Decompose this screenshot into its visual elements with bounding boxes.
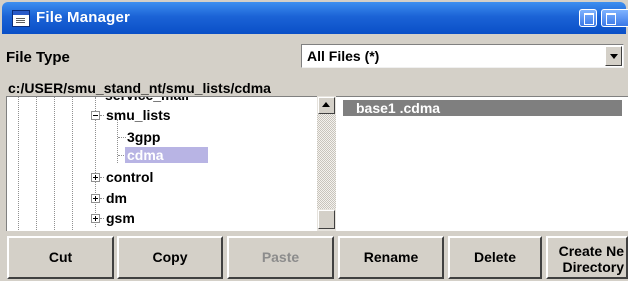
tree-item-gsm[interactable]: gsm [106,210,135,226]
tree-connector [100,198,104,199]
tree-item-dm[interactable]: dm [106,190,127,206]
file-type-label: File Type [6,49,70,66]
chevron-down-icon[interactable] [605,46,622,66]
file-type-row: File Type All Files (*) [0,44,628,70]
tree-item-partial-top[interactable]: service_mall [105,97,189,103]
collapse-icon[interactable] [91,111,100,120]
file-item[interactable]: base1 .cdma [343,100,622,116]
file-manager-window: File Manager File Type All Files (*) c:/… [0,0,628,281]
delete-button[interactable]: Delete [448,236,542,279]
tree-guide-line [72,97,73,231]
path-bar: c:/USER/smu_stand_nt/smu_lists/cdma [6,80,628,96]
window-glyph-icon [584,13,594,25]
title-bar[interactable]: File Manager [2,2,628,34]
file-type-selected: All Files (*) [307,48,380,64]
button-bar: Cut Copy Paste Rename Delete Create Ne Di… [0,231,628,281]
tree-guide-line [18,97,19,231]
tree-item-control[interactable]: control [106,169,153,185]
minimize-button[interactable] [579,9,597,27]
create-directory-label-line1: Create Ne [558,243,624,259]
window-title: File Manager [36,9,131,26]
file-type-dropdown[interactable]: All Files (*) [301,44,624,68]
tree-guide-line [36,97,37,231]
cut-button[interactable]: Cut [7,236,114,279]
scroll-track[interactable] [317,114,336,209]
window-app-icon [12,10,30,27]
rename-button[interactable]: Rename [338,236,444,279]
maximize-button[interactable] [601,9,628,27]
tree-connector [100,218,104,219]
create-directory-label-line2: Directory [562,259,624,275]
expand-icon[interactable] [91,173,100,182]
paste-button[interactable]: Paste [227,236,334,279]
tree-item-smu-lists[interactable]: smu_lists [106,107,171,123]
scroll-thumb[interactable] [318,210,335,229]
expand-icon[interactable] [91,194,100,203]
current-path: c:/USER/smu_stand_nt/smu_lists/cdma [8,80,271,96]
tree-connector [118,137,126,138]
copy-button[interactable]: Copy [117,236,223,279]
tree-item-3gpp[interactable]: 3gpp [127,129,160,145]
tree-connector [100,115,104,116]
file-list[interactable]: base1 .cdma [339,96,628,231]
create-directory-button[interactable]: Create Ne Directory [546,236,628,279]
scroll-up-arrow-icon[interactable] [318,97,335,114]
tree-guide-line [54,97,55,231]
tree-connector [100,177,104,178]
tree-scrollbar[interactable] [317,96,336,231]
directory-tree[interactable]: service_mall smu_lists 3gpp cdma control… [6,96,339,231]
tree-item-cdma[interactable]: cdma [125,147,208,163]
tree-guide-line [117,119,118,163]
expand-icon[interactable] [91,214,100,223]
window-glyph-icon [606,13,616,25]
